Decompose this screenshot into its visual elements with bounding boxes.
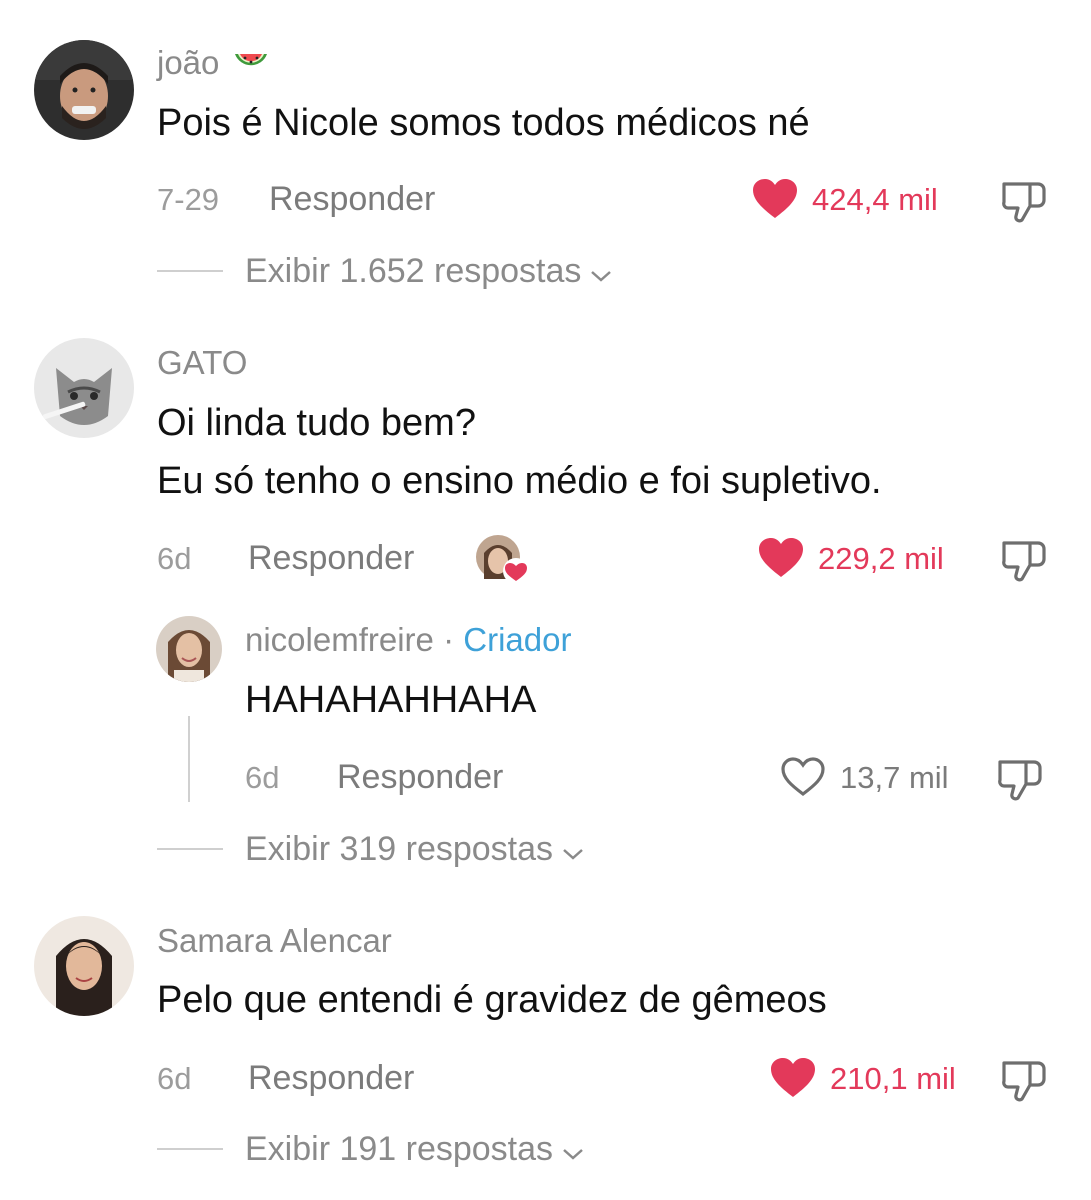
view-replies-label: Exibir 319 respostas [245,830,554,868]
heart-filled-icon[interactable] [752,178,798,220]
username-text: joão [157,44,220,81]
comment-date: 6d [157,1061,192,1096]
chevron-down-icon [589,256,613,290]
comment-text: Pelo que entendi é gravidez de gêmeos [157,979,827,1021]
like-count: 210,1 mil [830,1061,956,1096]
reply-text: HAHAHAHHAHA [245,679,537,721]
reply-button[interactable]: Responder [269,182,435,216]
like-count: 13,7 mil [840,760,949,795]
avatar[interactable] [34,916,134,1016]
comment-username[interactable]: joão [157,46,269,79]
heart-filled-icon[interactable] [758,537,804,579]
creator-liked-icon [474,533,530,585]
like-count: 229,2 mil [818,541,944,576]
view-replies-label: Exibir 1.652 respostas [245,252,582,290]
avatar[interactable] [34,40,134,140]
creator-badge: Criador [463,621,572,658]
cat-avatar [34,338,134,438]
dislike-icon[interactable] [1000,178,1048,224]
reply-button[interactable]: Responder [337,760,503,794]
comment-date: 7-29 [157,182,220,217]
username-text: nicolemfreire [245,621,434,658]
comment-text-line: Eu só tenho o ensino médio e foi supleti… [157,460,882,502]
reply-button[interactable]: Responder [248,541,414,575]
reply-date: 6d [245,760,280,795]
man-avatar [34,40,134,140]
comment-text-line: Oi linda tudo bem? [157,402,476,444]
reply-thread-line [188,716,190,802]
avatar[interactable] [156,616,222,682]
chevron-down-icon [561,1134,585,1168]
view-replies-button[interactable]: Exibir 1.652 respostas [245,254,613,290]
reply-button[interactable]: Responder [248,1061,414,1095]
heart-filled-icon[interactable] [770,1057,816,1099]
comment-date: 6d [157,541,192,576]
separator-dot: · [443,621,455,658]
view-replies-label: Exibir 191 respostas [245,1130,554,1168]
dislike-icon[interactable] [1000,537,1048,583]
girl-avatar [34,916,134,1016]
woman-avatar [156,616,222,682]
reply-username[interactable]: nicolemfreire · Criador [245,623,571,656]
dislike-icon[interactable] [1000,1057,1048,1103]
avatar[interactable] [34,338,134,438]
divider [157,848,223,850]
chevron-down-icon [561,834,585,868]
heart-outline-icon[interactable] [780,756,826,798]
view-replies-button[interactable]: Exibir 319 respostas [245,832,585,868]
divider [157,270,223,272]
watermelon-icon [233,48,269,78]
divider [157,1148,223,1150]
comment-username[interactable]: Samara Alencar [157,924,392,957]
like-count: 424,4 mil [812,182,938,217]
comment-text: Pois é Nicole somos todos médicos né [157,102,810,144]
view-replies-button[interactable]: Exibir 191 respostas [245,1132,585,1168]
dislike-icon[interactable] [996,756,1044,802]
comment-username[interactable]: GATO [157,346,247,379]
